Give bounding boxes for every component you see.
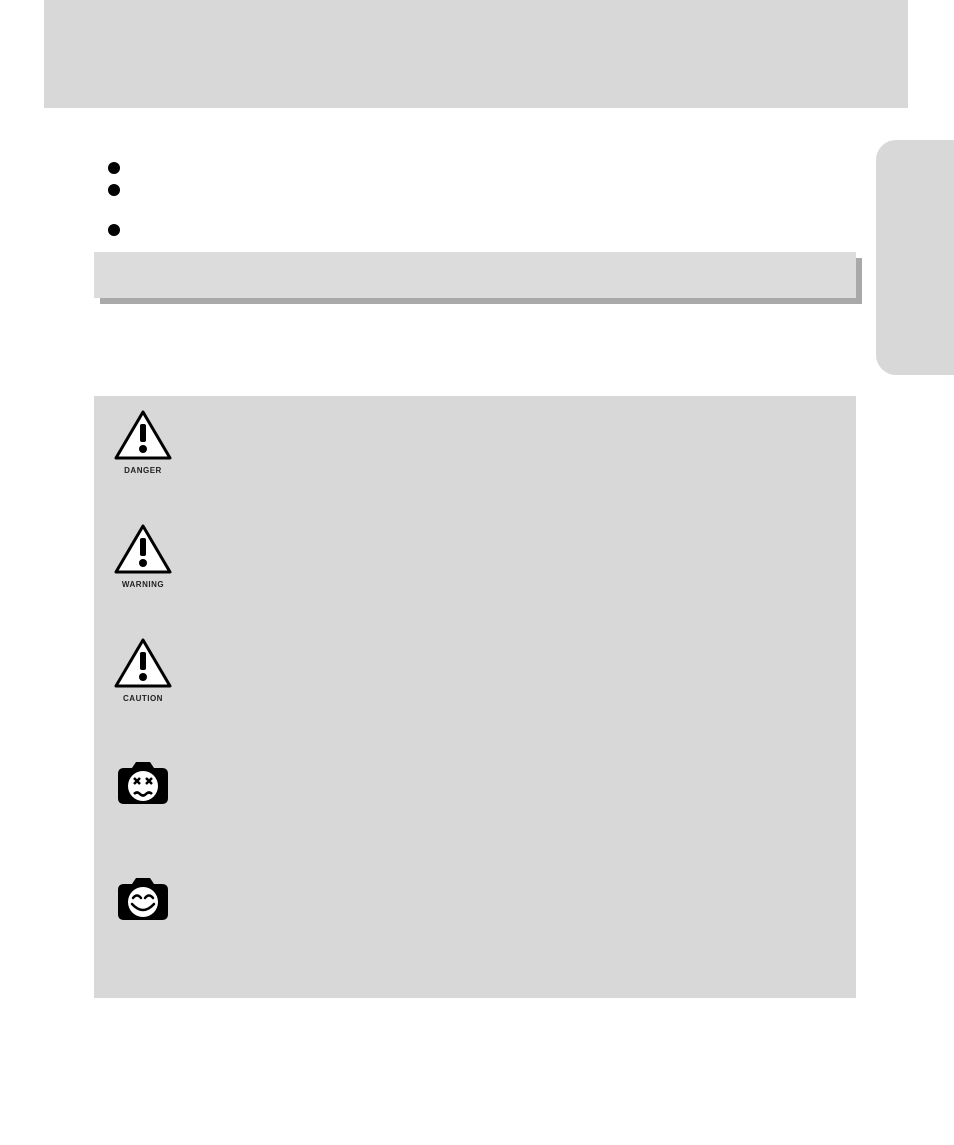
callout-content: [94, 252, 856, 298]
danger-icon: DANGER: [112, 410, 174, 475]
caution-icon: CAUTION: [112, 638, 174, 703]
symbol-row-warning: WARNING: [112, 524, 832, 589]
caution-label: CAUTION: [112, 694, 174, 703]
symbol-row-no: [112, 756, 832, 812]
manual-page: DANGER WARNING: [0, 0, 954, 1145]
bullet-item: [108, 158, 828, 180]
symbol-panel: DANGER WARNING: [94, 396, 856, 998]
callout-box: [94, 252, 856, 298]
camera-happy-icon: [112, 872, 174, 928]
bullet-item: [108, 180, 828, 202]
bullet-item: [108, 220, 828, 242]
top-banner: [44, 0, 908, 108]
camera-sad-icon: [112, 756, 174, 812]
warning-label: WARNING: [112, 580, 174, 589]
symbol-row-danger: DANGER: [112, 410, 832, 475]
symbol-row-yes: [112, 872, 832, 928]
symbol-row-caution: CAUTION: [112, 638, 832, 703]
side-tab: [876, 140, 954, 375]
bullet-list: [108, 158, 828, 242]
danger-label: DANGER: [112, 466, 174, 475]
warning-icon: WARNING: [112, 524, 174, 589]
